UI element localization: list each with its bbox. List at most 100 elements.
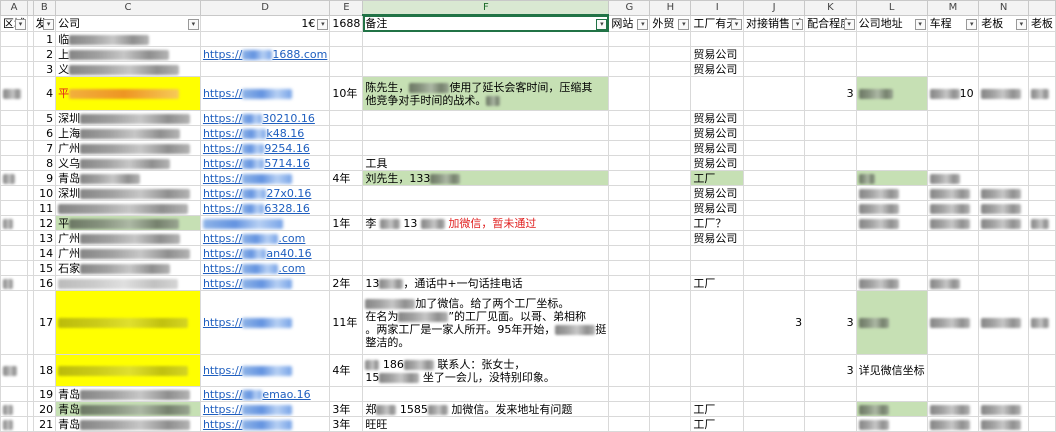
cell[interactable] <box>1027 354 1056 387</box>
cell[interactable] <box>804 61 857 77</box>
row-number[interactable]: 16 <box>32 275 57 291</box>
cell[interactable] <box>926 290 980 355</box>
company-cell[interactable] <box>55 200 201 216</box>
cell[interactable] <box>978 31 1029 47</box>
filter-address[interactable]: 公司地址 ▾ <box>855 14 928 32</box>
filter-dropdown-icon[interactable]: ▾ <box>43 18 55 30</box>
col-header-A[interactable]: A <box>0 0 28 16</box>
cell[interactable] <box>608 275 651 291</box>
cell[interactable] <box>855 230 928 246</box>
cooperation-cell[interactable]: 3 <box>804 290 857 355</box>
link-tail[interactable]: .com <box>278 262 305 275</box>
filter-dropdown-icon[interactable]: ▾ <box>15 18 26 30</box>
area-cell[interactable] <box>0 185 28 201</box>
cell[interactable] <box>608 185 651 201</box>
years-cell[interactable] <box>329 110 364 126</box>
link-tail[interactable]: emao.16 <box>262 388 310 401</box>
area-cell[interactable] <box>0 76 28 111</box>
area-cell[interactable] <box>0 155 28 171</box>
years-cell[interactable]: 4年 <box>329 354 364 387</box>
link-cell[interactable]: https:// <box>199 76 331 111</box>
link-cell[interactable]: https:// .com <box>199 260 331 276</box>
filter-company[interactable]: 公司 ▾ <box>55 14 201 32</box>
years-cell[interactable]: 10年 <box>329 76 364 111</box>
years-cell[interactable] <box>329 185 364 201</box>
row-number[interactable]: 14 <box>32 245 57 261</box>
cell[interactable] <box>978 170 1029 186</box>
filter-boss[interactable]: 老板 ▾ <box>978 14 1029 32</box>
cell[interactable] <box>1027 140 1056 156</box>
link[interactable]: https:// <box>203 316 242 329</box>
notes-cell[interactable] <box>362 61 610 77</box>
cell[interactable] <box>1027 401 1056 417</box>
cell[interactable] <box>608 230 651 246</box>
cell[interactable] <box>743 200 806 216</box>
cell[interactable] <box>1027 416 1056 432</box>
cell[interactable] <box>804 275 857 291</box>
address-cell[interactable] <box>855 290 928 355</box>
cell[interactable] <box>926 245 980 261</box>
years-cell[interactable]: 3年 <box>329 401 364 417</box>
cell[interactable] <box>804 185 857 201</box>
link[interactable]: https:// <box>203 87 242 100</box>
link[interactable]: https:// <box>203 277 242 290</box>
filter-d[interactable]: 1€ ▾ <box>199 14 331 32</box>
sales-cell[interactable]: 3 <box>743 290 806 355</box>
cell[interactable] <box>608 61 651 77</box>
cell[interactable] <box>608 386 651 402</box>
company-cell[interactable]: 青岛 <box>55 170 201 186</box>
address-cell[interactable]: 详见微信坐标 <box>855 354 928 387</box>
address-cell[interactable] <box>855 76 928 111</box>
area-cell[interactable] <box>0 230 28 246</box>
cell[interactable] <box>608 416 651 432</box>
link[interactable]: https:// <box>203 112 242 125</box>
cell[interactable] <box>1027 185 1056 201</box>
link-cell[interactable]: https:// an40.16 <box>199 245 331 261</box>
area-cell[interactable] <box>0 215 28 231</box>
cell[interactable] <box>804 170 857 186</box>
company-cell[interactable] <box>55 290 201 355</box>
link-cell[interactable] <box>199 31 331 47</box>
row-number[interactable]: 6 <box>32 125 57 141</box>
cell[interactable] <box>743 386 806 402</box>
cell[interactable] <box>649 416 692 432</box>
link-cell[interactable]: https:// 30210.16 <box>199 110 331 126</box>
cell[interactable] <box>649 354 692 387</box>
cell[interactable] <box>926 31 980 47</box>
row-number[interactable]: 18 <box>32 354 57 387</box>
cell[interactable] <box>608 140 651 156</box>
cell[interactable] <box>649 260 692 276</box>
cell[interactable] <box>1027 76 1056 111</box>
cell[interactable] <box>608 215 651 231</box>
area-cell[interactable] <box>0 354 28 387</box>
cell[interactable] <box>978 155 1029 171</box>
cell[interactable] <box>649 230 692 246</box>
cell[interactable] <box>608 46 651 62</box>
notes-cell[interactable] <box>362 386 610 402</box>
cell[interactable] <box>978 125 1029 141</box>
area-cell[interactable] <box>0 125 28 141</box>
filter-factory[interactable]: 工厂有无 ▾ <box>690 14 745 32</box>
link-cell[interactable]: https:// 27x0.16 <box>199 185 331 201</box>
years-cell[interactable]: 4年 <box>329 170 364 186</box>
company-cell[interactable]: 义乌 <box>55 155 201 171</box>
col-header-J[interactable]: J <box>743 0 806 16</box>
cell[interactable] <box>608 200 651 216</box>
cell[interactable] <box>649 200 692 216</box>
link-cell[interactable]: https:// 6328.16 <box>199 200 331 216</box>
row-number[interactable]: 19 <box>32 386 57 402</box>
cell[interactable] <box>649 245 692 261</box>
address-cell[interactable] <box>855 401 928 417</box>
link-cell[interactable]: https:// k48.16 <box>199 125 331 141</box>
years-cell[interactable]: 1年 <box>329 215 364 231</box>
company-cell[interactable]: 广州 <box>55 245 201 261</box>
cell[interactable] <box>649 215 692 231</box>
cell[interactable] <box>743 185 806 201</box>
cell[interactable] <box>978 46 1029 62</box>
factory-cell[interactable] <box>690 290 745 355</box>
row-number[interactable]: 7 <box>32 140 57 156</box>
boss-cell[interactable] <box>978 76 1029 111</box>
link-cell[interactable] <box>199 215 331 231</box>
cell[interactable] <box>804 245 857 261</box>
cell[interactable] <box>855 245 928 261</box>
